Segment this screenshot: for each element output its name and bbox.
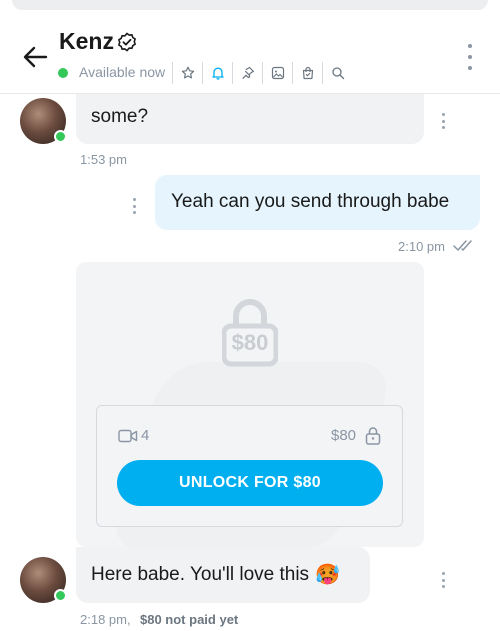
contact-name[interactable]: Kenz [59,28,114,55]
message-text: some? [91,106,149,127]
unlock-panel: 4 $80 UNLOCK FOR $80 [96,405,403,527]
message-time: 1:53 pm [80,152,127,167]
message-text: Yeah can you send through babe [171,191,450,212]
online-indicator [54,589,67,602]
message-text: Here babe. You'll love this [91,564,310,585]
back-arrow-icon[interactable] [20,42,50,72]
unlock-price: $80 [331,427,357,444]
pin-icon[interactable] [232,62,262,84]
message-options-icon[interactable] [440,113,446,129]
message-content: Here babe. You'll love this 🥵 [91,564,340,586]
top-strip [0,0,500,18]
payment-status: $80 not paid yet [140,612,239,627]
video-count: 4 [141,427,150,444]
read-check-icon [453,239,477,253]
online-status-dot [58,68,68,78]
incoming-message-bubble[interactable]: some? [76,94,424,144]
more-options-icon[interactable] [462,44,478,70]
status-text: Available now [79,64,166,80]
outgoing-message-bubble[interactable]: Yeah can you send through babe [155,175,480,230]
verified-icon [117,32,137,52]
video-icon [118,428,138,444]
chat-thread: some? 1:53 pm Yeah can you send through … [0,94,500,631]
lock-small-icon [365,426,381,445]
online-indicator [54,130,67,143]
avatar[interactable] [20,98,67,144]
unlock-button[interactable]: UNLOCK FOR $80 [117,460,383,506]
hot-face-emoji: 🥵 [315,564,340,586]
search-icon[interactable] [322,62,352,84]
avatar[interactable] [20,557,67,603]
message-time: 2:10 pm [398,239,445,254]
locked-media-card: $80 4 $80 UNLOCK FOR $80 [76,262,424,547]
image-icon[interactable] [262,62,292,84]
bell-icon[interactable] [202,62,232,84]
message-options-icon[interactable] [131,198,137,214]
incoming-message-bubble[interactable]: Here babe. You'll love this 🥵 [76,547,370,603]
header-icon-bar [172,62,352,84]
locked-price: $80 [231,330,269,355]
message-time: 2:18 pm, [80,612,131,627]
top-bar [12,0,488,10]
chat-header: Kenz Available now [0,18,500,94]
bag-icon[interactable] [292,62,322,84]
star-icon[interactable] [172,62,202,84]
message-options-icon[interactable] [440,572,446,588]
